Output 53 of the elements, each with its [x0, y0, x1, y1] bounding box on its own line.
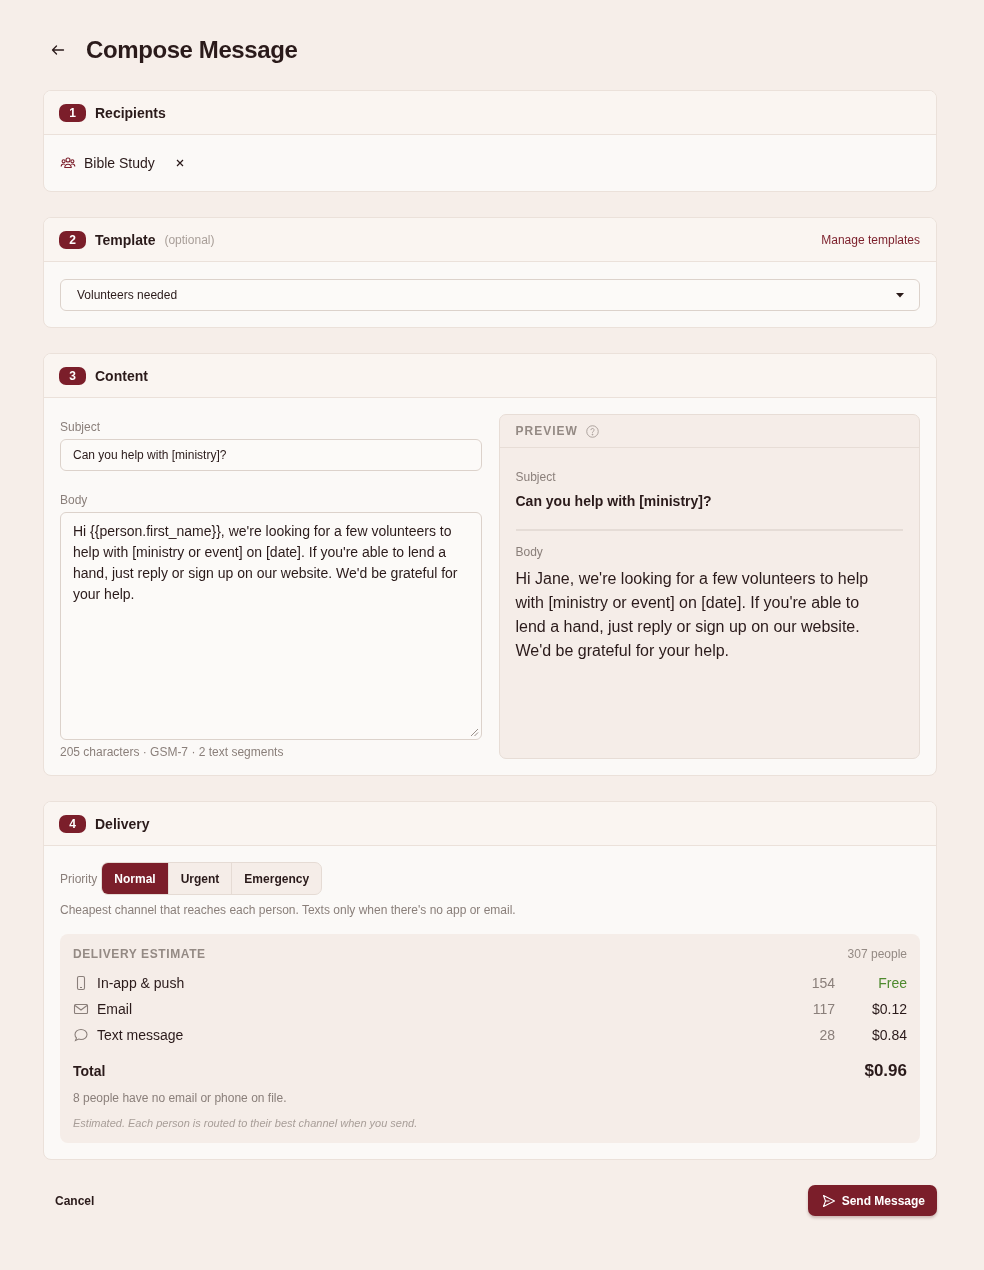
channel-count: 28	[818, 1027, 835, 1043]
back-arrow-icon[interactable]	[50, 42, 66, 58]
preview-label: Subject	[515, 470, 557, 484]
cancel-button[interactable]: Cancel	[43, 1185, 107, 1216]
send-icon	[821, 1193, 836, 1208]
template-select[interactable]: Volunteers needed	[60, 279, 920, 311]
channel-name: Email	[97, 1001, 133, 1017]
priority-description: Cheapest channel that reaches each person. Texts only when there's no app or email.	[60, 903, 517, 917]
page-title: Compose Message	[86, 36, 298, 64]
mail-icon	[73, 1001, 89, 1017]
preview-title: PREVIEW	[515, 424, 578, 438]
step-number: 4	[59, 814, 86, 833]
people-count: 307 people	[847, 947, 907, 961]
total-amount: $0.96	[864, 1061, 907, 1081]
channel-cost: $0.84	[870, 1027, 907, 1043]
preview-subject: Can you help with [ministry]?	[515, 493, 713, 509]
estimate-disclaimer: Estimated. Each person is routed to their best channel when you send.	[73, 1117, 419, 1129]
recipient-chip-label: Bible Study	[84, 155, 155, 171]
section-title: Template	[95, 231, 156, 248]
character-counter: 205 characters · GSM-7 · 2 text segments	[60, 745, 285, 759]
step-number: 3	[59, 366, 86, 385]
channel-cost: $0.12	[870, 1001, 907, 1017]
field-label: Body	[60, 493, 89, 507]
close-icon[interactable]	[174, 158, 185, 168]
channel-name: Text message	[97, 1027, 185, 1043]
subject-input[interactable]: Can you help with [ministry]?	[60, 439, 482, 471]
optional-hint: (optional)	[164, 232, 215, 247]
field-label: Subject	[60, 420, 102, 434]
group-icon	[60, 155, 76, 171]
priority-option[interactable]: Emergency	[232, 863, 322, 894]
channel-name: In-app & push	[97, 975, 186, 991]
channel-count: 117	[811, 1001, 835, 1017]
priority-option[interactable]: Normal	[102, 863, 169, 894]
send-message-button[interactable]: Send Message	[807, 1185, 937, 1216]
step-number: 2	[59, 230, 86, 249]
priority-label: Priority	[60, 871, 98, 886]
estimate-title: DELIVERY ESTIMATE	[73, 947, 206, 961]
preview-label: Body	[515, 545, 544, 559]
priority-option[interactable]: Urgent	[168, 863, 233, 894]
caret-icon	[895, 290, 905, 300]
manage-templates-link[interactable]: Manage templates	[821, 232, 920, 247]
missing-contact-note: 8 people have no email or phone on file.	[73, 1091, 288, 1105]
chat-bubble-icon	[73, 1027, 89, 1043]
section-title: Delivery	[95, 815, 150, 832]
total-label: Total	[73, 1063, 106, 1079]
section-title: Content	[95, 367, 148, 384]
resize-handle-icon[interactable]	[468, 727, 479, 737]
channel-cost: Free	[877, 975, 907, 991]
channel-count: 154	[810, 975, 835, 991]
body-textarea[interactable]: Hi {{person.first_name}}, we're looking for a few volunteers to help with [ministry or event] on [date]. If you're able to lend a hand, just reply or sign up on our website. We'd be grateful for your help.	[60, 512, 482, 740]
section-title: Recipients	[95, 104, 166, 121]
step-number: 1	[59, 103, 86, 122]
preview-body: Hi Jane, we're looking for a few volunteers to help with [ministry or event] on [date]. If you're able to lend a hand, just reply or sign up on our website. We'd be grateful for your help.	[515, 569, 870, 661]
